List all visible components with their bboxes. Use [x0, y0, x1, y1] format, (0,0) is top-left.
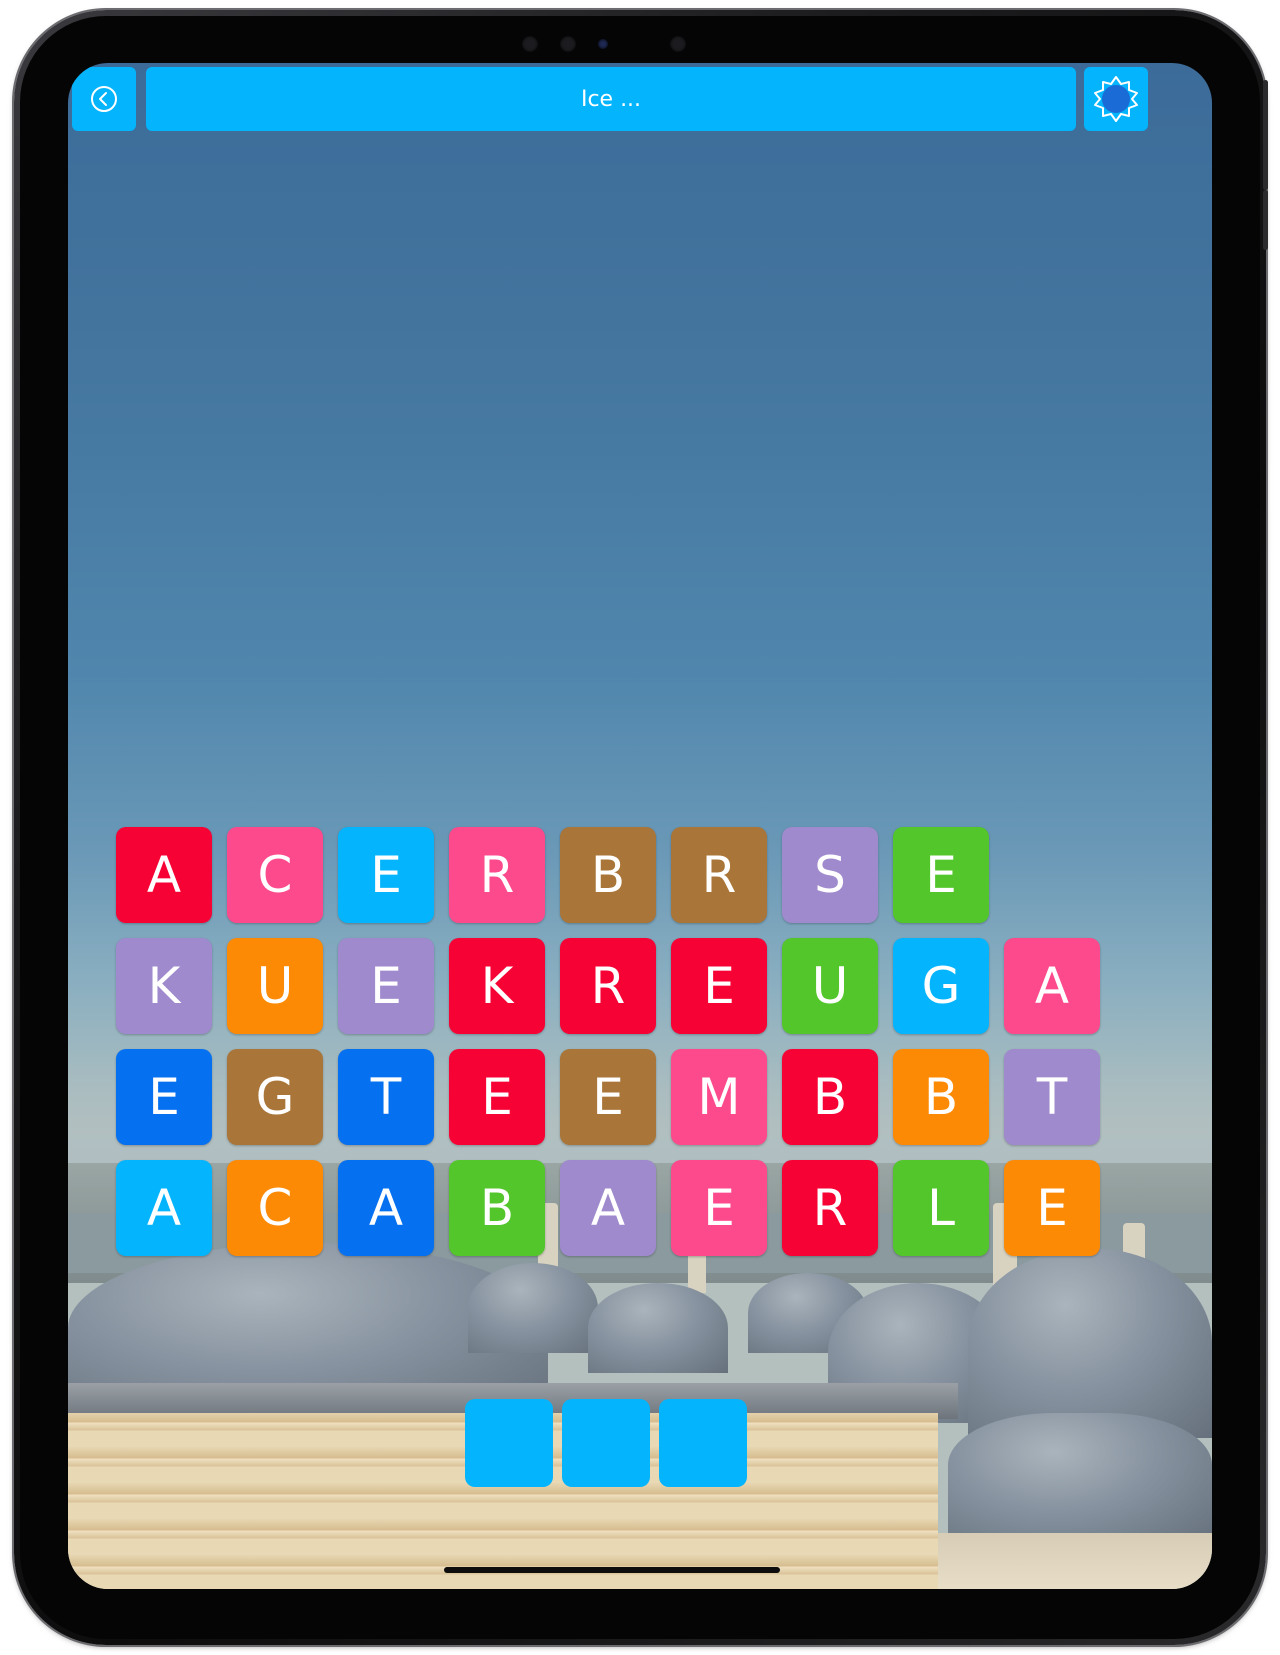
letter-tile[interactable]: E — [116, 1049, 212, 1145]
mosque-dome — [468, 1263, 598, 1353]
letter-tile[interactable]: A — [116, 827, 212, 923]
letter-tile[interactable]: C — [227, 1160, 323, 1256]
gear-icon — [1084, 67, 1148, 131]
volume-button — [1263, 190, 1268, 250]
back-circle-arrow-icon — [72, 67, 136, 131]
letter-tile[interactable]: E — [1004, 1160, 1100, 1256]
letter-tile[interactable]: E — [338, 827, 434, 923]
sensor-dot — [560, 36, 576, 52]
letter-tile[interactable]: B — [560, 827, 656, 923]
letter-tile[interactable]: A — [338, 1160, 434, 1256]
letter-tile[interactable]: G — [227, 1049, 323, 1145]
puzzle-title-text: Ice ... — [580, 86, 642, 112]
letter-tile[interactable]: E — [338, 938, 434, 1034]
letter-tile[interactable]: C — [227, 827, 323, 923]
stone-ledge — [938, 1533, 1212, 1589]
sensor-dot — [522, 36, 538, 52]
letter-tile[interactable]: R — [449, 827, 545, 923]
answer-slot[interactable] — [562, 1399, 650, 1487]
letter-tile[interactable]: U — [782, 938, 878, 1034]
letter-tile[interactable]: B — [449, 1160, 545, 1256]
letter-tile[interactable]: A — [560, 1160, 656, 1256]
game-screen: Ice ... ACERBRSEKUEKREUGAEGTEEMBBTACABAE… — [68, 63, 1212, 1589]
settings-button[interactable] — [1084, 67, 1148, 131]
answer-slot[interactable] — [659, 1399, 747, 1487]
letter-tile[interactable]: S — [782, 827, 878, 923]
letter-tile[interactable]: T — [1004, 1049, 1100, 1145]
letter-tile[interactable]: E — [671, 938, 767, 1034]
letter-tile[interactable]: R — [671, 827, 767, 923]
mosque-dome — [588, 1283, 728, 1373]
letter-tile[interactable]: G — [893, 938, 989, 1034]
letter-tile[interactable]: T — [338, 1049, 434, 1145]
camera-lens — [598, 39, 608, 49]
letter-tile[interactable]: U — [227, 938, 323, 1034]
letter-tile[interactable]: K — [116, 938, 212, 1034]
top-button — [1263, 80, 1268, 190]
letter-tile[interactable]: E — [560, 1049, 656, 1145]
mosque-dome — [948, 1413, 1212, 1543]
letter-tile[interactable]: A — [1004, 938, 1100, 1034]
mosque-dome — [968, 1248, 1212, 1438]
letter-tile[interactable]: B — [782, 1049, 878, 1145]
letter-tile[interactable]: M — [671, 1049, 767, 1145]
home-indicator[interactable] — [444, 1567, 780, 1573]
answer-slot[interactable] — [465, 1399, 553, 1487]
letter-tile[interactable]: E — [671, 1160, 767, 1256]
letter-tile[interactable]: L — [893, 1160, 989, 1256]
puzzle-title: Ice ... — [146, 67, 1076, 131]
letter-tile[interactable]: E — [893, 827, 989, 923]
letter-tile[interactable]: K — [449, 938, 545, 1034]
sensor-dot — [670, 36, 686, 52]
letter-tile[interactable]: B — [893, 1049, 989, 1145]
back-button[interactable] — [72, 67, 136, 131]
letter-tile[interactable]: A — [116, 1160, 212, 1256]
letter-tile[interactable]: R — [782, 1160, 878, 1256]
letter-tile[interactable]: E — [449, 1049, 545, 1145]
letter-tile[interactable]: R — [560, 938, 656, 1034]
